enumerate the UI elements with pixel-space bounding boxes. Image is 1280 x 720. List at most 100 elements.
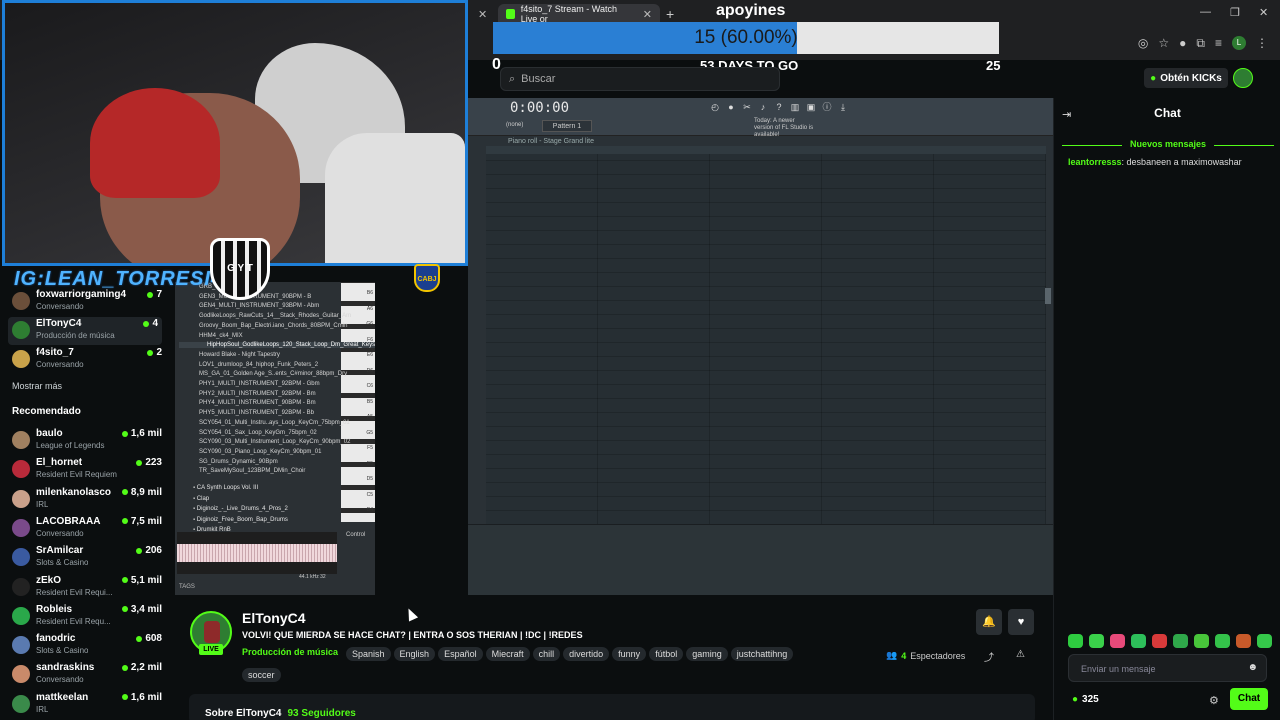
fl-help-icon[interactable]: ? <box>774 102 784 112</box>
stream-tag[interactable]: fútbol <box>649 647 684 661</box>
kicks-balance[interactable]: ● 325 <box>1072 694 1099 705</box>
fl-browser-folder[interactable]: Clap <box>193 496 209 502</box>
sidebar-channel-fanodric[interactable]: fanodric Slots & Casino 608 <box>12 632 162 660</box>
fl-browser-file[interactable]: TR_SaveMySoul_123BPM_DMin_Choir <box>199 468 305 474</box>
chat-message-input[interactable]: Enviar un mensaje ☻ <box>1068 654 1267 682</box>
emote-icon[interactable] <box>1215 634 1230 648</box>
fl-browser-file[interactable]: SCY054_01_Multi_Instru..ays_Loop_KeyCm_7… <box>199 420 350 426</box>
menu-dots-icon[interactable]: ⋮ <box>1256 36 1268 50</box>
fl-browser-file[interactable]: SCY090_03_Piano_Loop_KeyCm_90bpm_01 <box>199 449 321 455</box>
chat-settings-gear-icon[interactable]: ⚙ <box>1209 694 1219 707</box>
sidebar-channel-sandraskins[interactable]: sandraskins Conversando 2,2 mil <box>12 661 162 689</box>
notifications-bell-button[interactable]: 🔔 <box>976 609 1002 635</box>
emote-icon[interactable] <box>1173 634 1188 648</box>
media-icon[interactable]: ≡ <box>1215 36 1222 50</box>
stream-tag[interactable]: divertido <box>563 647 610 661</box>
fl-download-icon[interactable]: ⤓ <box>838 102 848 112</box>
fl-mixer-icon[interactable]: ▥ <box>790 102 800 112</box>
stream-tag[interactable]: gaming <box>686 647 728 661</box>
sidebar-channel-f4sito_7[interactable]: f4sito_7 Conversando 2 <box>12 346 162 374</box>
bookmark-star-icon[interactable]: ☆ <box>1158 36 1169 50</box>
sidebar-channel-baulo[interactable]: baulo League of Legends 1,6 mil <box>12 427 162 455</box>
fl-browser-file[interactable]: PHY2_MULTI_INSTRUMENT_92BPM - Bm <box>199 391 316 397</box>
share-icon[interactable]: ⤴ <box>984 649 994 664</box>
emote-icon[interactable] <box>1194 634 1209 648</box>
fl-record-icon[interactable]: ● <box>726 102 736 112</box>
fl-piano-roll-grid[interactable] <box>486 154 1046 524</box>
show-more-link[interactable]: Mostrar más <box>12 381 62 391</box>
tab-close-icon[interactable]: ✕ <box>478 8 487 21</box>
fl-browser-file[interactable]: GodlikeLoops_RawCuts_14__Stack_Rhodes_Gu… <box>199 313 351 319</box>
stream-category[interactable]: Producción de música <box>242 647 338 657</box>
fl-mic-icon[interactable]: ♪ <box>758 102 768 112</box>
sidebar-channel-foxwarriorgaming4[interactable]: foxwarriorgaming4 Conversando 7 <box>12 288 162 316</box>
fl-control-lane[interactable] <box>468 524 1053 595</box>
extensions-icon[interactable]: ⧉ <box>1196 36 1205 51</box>
emote-icon[interactable] <box>1110 634 1125 648</box>
close-window-icon[interactable]: ✕ <box>1259 6 1268 19</box>
fl-browser-folder[interactable]: CA Synth Loops Vol. III <box>193 485 258 491</box>
sidebar-channel-robleis[interactable]: Robleis Resident Evil Requ... 3,4 mil <box>12 603 162 631</box>
sidebar-channel-zeko[interactable]: zEkO Resident Evil Requi... 5,1 mil <box>12 574 162 602</box>
streamer-name[interactable]: ElTonyC4 <box>242 610 306 626</box>
emote-icon[interactable] <box>1089 634 1104 648</box>
stream-tag[interactable]: chill <box>532 647 561 661</box>
sidebar-channel-eltonyc4[interactable]: ElTonyC4 Producción de música 4 <box>8 317 162 345</box>
fl-metronome-icon[interactable]: ◴ <box>710 102 720 112</box>
fl-browser-file[interactable]: LOV1_drumloop_84_hiphop_Funk_Peters_2 <box>199 362 318 368</box>
fl-browser-file[interactable]: Groovy_Boom_Bap_Electri.iano_Chords_80BP… <box>199 323 347 329</box>
fl-browser-folder[interactable]: Diginoiz_-_Live_Drums_4_Pros_2 <box>193 506 288 512</box>
fl-browser-file[interactable]: GEN4_MULTI_INSTRUMENT_93BPM - Abm <box>199 303 319 309</box>
stream-tag[interactable]: Español <box>438 647 483 661</box>
fl-cut-icon[interactable]: ✂ <box>742 102 752 112</box>
eye-off-icon[interactable]: ◎ <box>1138 36 1148 50</box>
stream-tag[interactable]: funny <box>612 647 647 661</box>
follow-heart-button[interactable]: ♥ <box>1008 609 1034 635</box>
stream-tag[interactable]: English <box>393 647 436 661</box>
search-input[interactable]: ⌕ Buscar <box>500 67 780 91</box>
emote-icon[interactable] <box>1236 634 1251 648</box>
browser-tab-previous[interactable]: ✕ <box>464 4 495 24</box>
sidebar-channel-mattkeelan[interactable]: mattkeelan IRL 1,6 mil <box>12 691 162 719</box>
maximize-icon[interactable]: ❐ <box>1230 6 1240 19</box>
stream-tag[interactable]: justchattihng <box>730 647 794 661</box>
emote-icon[interactable] <box>1131 634 1146 648</box>
fl-browser-file[interactable]: HHM4_ck4_MIX <box>199 333 243 339</box>
fl-update-notice[interactable]: Today: A newer version of FL Studio is a… <box>754 118 814 139</box>
fl-browser-file[interactable]: PHY5_MULTI_INSTRUMENT_92BPM - Bb <box>199 410 314 416</box>
account-avatar[interactable]: L <box>1232 36 1246 50</box>
report-warning-icon[interactable]: ⚠ <box>1016 649 1025 660</box>
emoji-picker-icon[interactable]: ☻ <box>1247 662 1258 673</box>
minimize-icon[interactable]: — <box>1200 6 1211 18</box>
chat-send-button[interactable]: Chat <box>1230 688 1268 710</box>
stream-tag[interactable]: Spanish <box>346 647 391 661</box>
fl-info-icon[interactable]: ⓘ <box>822 102 832 112</box>
fl-browser-file[interactable]: HipHopSoul_GodlikeLoops_120_Stack_Loop_D… <box>179 342 375 349</box>
sidebar-channel-milenkanolasco[interactable]: milenkanolasco IRL 8,9 mil <box>12 486 162 514</box>
sidebar-channel-sramilcar[interactable]: SrAmilcar Slots & Casino 206 <box>12 544 162 572</box>
emote-icon[interactable] <box>1068 634 1083 648</box>
fl-browser-file[interactable]: PHY1_MULTI_INSTRUMENT_92BPM - Gbm <box>199 381 320 387</box>
browser-tab-active[interactable]: f4sito_7 Stream - Watch Live or ✕ <box>498 4 660 24</box>
fl-browser-file[interactable]: SG_Drums_Dynamic_90Bpm <box>199 459 278 465</box>
chat-username[interactable]: leantorresss <box>1068 157 1122 167</box>
fl-scrollbar[interactable] <box>1045 288 1051 304</box>
user-avatar[interactable] <box>1233 68 1253 88</box>
fl-timeline-ruler[interactable] <box>486 146 1046 154</box>
fl-browser-file[interactable]: SCY090_03_Multi_Instrument_Loop_KeyCm_90… <box>199 439 350 445</box>
stream-tag[interactable]: soccer <box>242 668 281 682</box>
profile-circle-icon[interactable]: ● <box>1179 36 1186 50</box>
tab-close-icon[interactable]: ✕ <box>643 8 652 21</box>
sidebar-channel-el_hornet[interactable]: El_hornet Resident Evil Requiem 223 <box>12 456 162 484</box>
get-kicks-button[interactable]: ● Obtén KICKs <box>1144 68 1228 88</box>
fl-browser-file[interactable]: MS_GA_01_Golden Age_S..ents_C#minor_88bp… <box>199 371 347 377</box>
emote-icon[interactable] <box>1257 634 1272 648</box>
fl-pattern-selector[interactable]: Pattern 1 <box>542 120 592 132</box>
emote-icon[interactable] <box>1152 634 1167 648</box>
stream-tag[interactable]: Miecraft <box>485 647 530 661</box>
fl-browser-file[interactable]: PHY4_MULTI_INSTRUMENT_90BPM - Bm <box>199 400 316 406</box>
fl-browser-folder[interactable]: Diginoiz_Free_Boom_Bap_Drums <box>193 517 288 523</box>
new-tab-icon[interactable]: + <box>666 6 674 22</box>
sidebar-channel-lacobraaa[interactable]: LACOBRAAA Conversando 7,5 mil <box>12 515 162 543</box>
fl-browser-file[interactable]: Howard Blake - Night Tapestry <box>199 352 280 358</box>
